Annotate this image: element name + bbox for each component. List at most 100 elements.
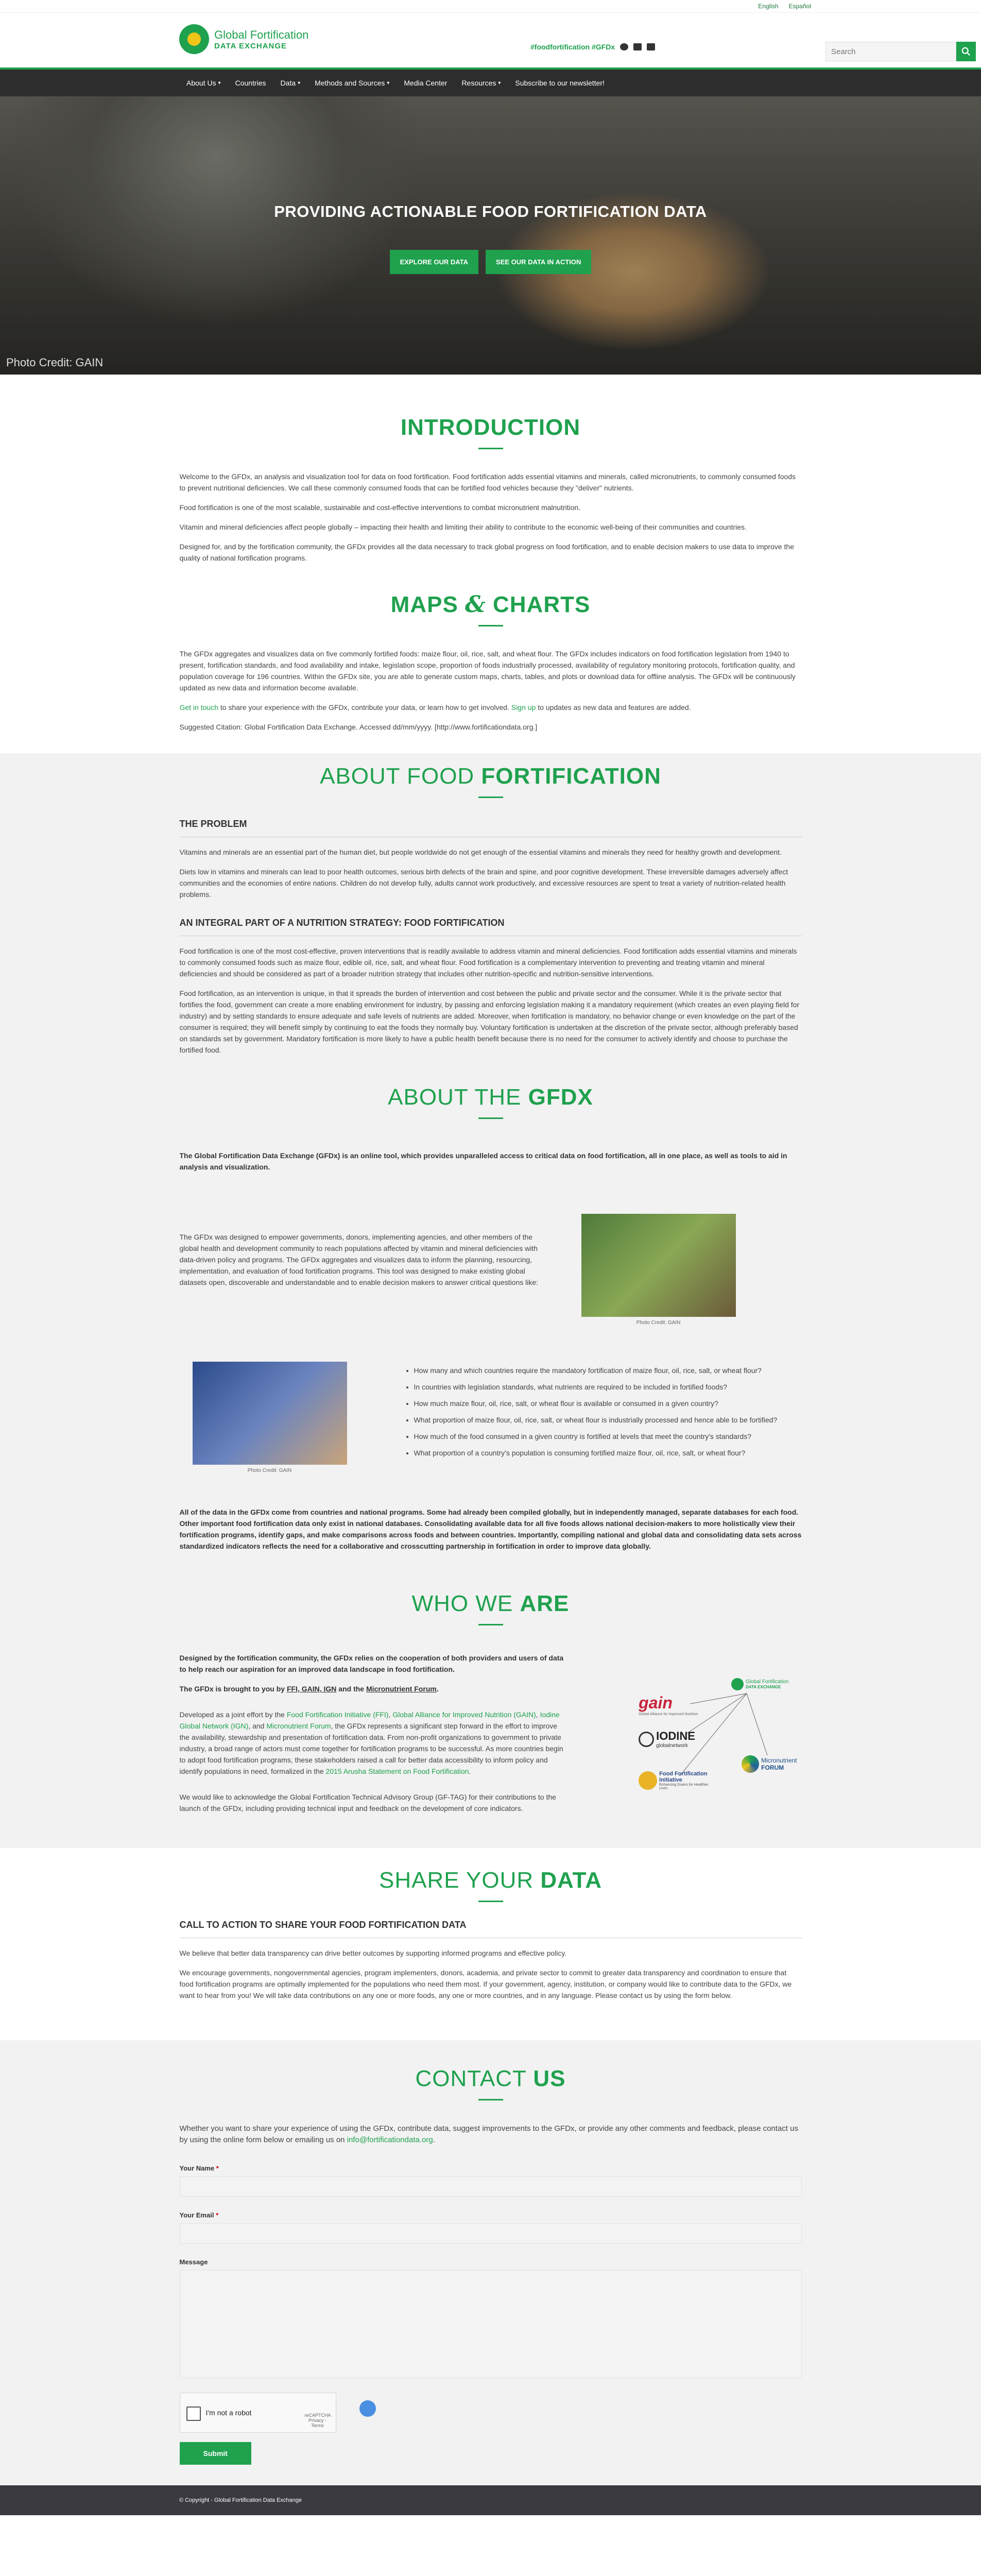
contact-section: CONTACT US Whether you want to share you… — [0, 2040, 981, 2485]
intro-paragraph: Welcome to the GFDx, an analysis and vis… — [179, 472, 796, 492]
sign-up-link[interactable]: Sign up — [511, 703, 536, 711]
about-gfdx-paragraph: The GFDx was designed to empower governm… — [179, 1233, 539, 1286]
ffi-logo-icon — [639, 1771, 658, 1790]
arusha-statement-link[interactable]: 2015 Arusha Statement on Food Fortificat… — [326, 1767, 469, 1775]
nav-newsletter[interactable]: Subscribe to our newsletter! — [509, 79, 611, 87]
share-paragraph: We encourage governments, nongovernmenta… — [179, 1969, 792, 1999]
ffi-partner-logo[interactable]: Food Fortification Initiative Enhancing G… — [639, 1771, 711, 1790]
title-underline — [478, 2099, 503, 2100]
nav-about-us[interactable]: About Us ▾ — [180, 79, 227, 87]
logo-subtitle: DATA EXCHANGE — [214, 41, 287, 50]
contact-title: CONTACT US — [415, 2066, 566, 2091]
ffi-link[interactable]: Food Fortification Initiative (FFI) — [287, 1710, 389, 1719]
search-button[interactable] — [956, 42, 976, 61]
site-logo[interactable]: Global Fortification DATA EXCHANGE — [179, 24, 308, 54]
citation: Suggested Citation: Global Fortification… — [179, 723, 538, 731]
problem-paragraph: Diets low in vitamins and minerals can l… — [179, 868, 788, 899]
nav-methods-sources[interactable]: Methods and Sources ▾ — [308, 79, 395, 87]
ign-partner-logo[interactable]: IODINE globalnetwork — [639, 1730, 695, 1749]
site-footer: © Copyright - Global Fortification Data … — [0, 2485, 981, 2515]
hero-banner: PROVIDING ACTIONABLE FOOD FORTIFICATION … — [0, 96, 981, 375]
recaptcha-brand: reCAPTCHA Privacy - Terms — [304, 2413, 331, 2428]
strategy-heading: AN INTEGRAL PART OF A NUTRITION STRATEGY… — [179, 918, 505, 928]
message-label: Message — [179, 2258, 208, 2266]
search-box — [825, 42, 976, 61]
facebook-icon[interactable] — [620, 43, 629, 50]
nav-resources[interactable]: Resources ▾ — [455, 79, 507, 87]
recaptcha: I'm not a robot reCAPTCHA Privacy - Terms — [179, 2393, 376, 2433]
search-icon — [961, 47, 970, 56]
intro-paragraph: Vitamin and mineral deficiencies affect … — [179, 523, 747, 531]
maps-charts-section: MAPS & CHARTS The GFDx aggregates and vi… — [0, 572, 981, 753]
language-bar: English Español — [0, 0, 981, 13]
introduction-section: INTRODUCTION Welcome to the GFDx, an ana… — [0, 375, 981, 564]
email-label: Your Email * — [179, 2211, 219, 2219]
email-field[interactable] — [179, 2223, 802, 2244]
recaptcha-checkbox[interactable] — [186, 2406, 201, 2421]
list-item: How many and which countries require the… — [414, 1365, 802, 1376]
about-gfdx-section: ABOUT THE GFDX The Global Fortification … — [0, 1069, 981, 1581]
acknowledgement: We would like to acknowledge the Global … — [179, 1793, 556, 1812]
title-underline — [478, 1624, 503, 1625]
logo-title: Global Fortification — [214, 28, 309, 41]
youtube-icon[interactable] — [647, 43, 656, 50]
title-underline — [478, 1117, 503, 1119]
mnf-logo-icon — [742, 1755, 760, 1773]
share-paragraph: We believe that better data transparency… — [179, 1949, 567, 1957]
field-worker-photo — [581, 1214, 736, 1317]
critical-questions-list: How many and which countries require the… — [404, 1365, 802, 1464]
lang-espanol-link[interactable]: Español — [789, 3, 811, 10]
logo-icon — [179, 24, 209, 54]
micronutrient-forum-logo[interactable]: Micronutrient FORUM — [742, 1755, 797, 1773]
copyright: © Copyright - Global Fortification Data … — [179, 2497, 302, 2503]
about-gfdx-lead: The Global Fortification Data Exchange (… — [179, 1151, 787, 1171]
name-field[interactable] — [179, 2176, 802, 2197]
list-item: What proportion of a country's populatio… — [414, 1447, 802, 1459]
search-input[interactable] — [825, 42, 956, 61]
gain-link[interactable]: Global Alliance for Improved Nutrition (… — [392, 1710, 536, 1719]
twitter-icon[interactable] — [633, 43, 642, 50]
maps-charts-title: MAPS & CHARTS — [390, 591, 591, 618]
ign-logo-icon — [639, 1731, 655, 1747]
about-gfdx-closing: All of the data in the GFDx come from co… — [179, 1508, 802, 1550]
chevron-down-icon: ▾ — [298, 80, 301, 86]
gfdx-logo-icon — [731, 1678, 744, 1690]
partners-links[interactable]: FFI, GAIN, IGN — [287, 1685, 336, 1693]
hashtags[interactable]: #foodfortification #GFDx — [530, 43, 615, 51]
lang-english-link[interactable]: English — [758, 3, 778, 10]
photo-credit: Photo Credit: GAIN — [636, 1320, 681, 1326]
children-photo — [192, 1362, 347, 1465]
name-label: Your Name * — [179, 2164, 219, 2172]
photo-credit: Photo Credit: GAIN — [247, 1468, 292, 1473]
title-underline — [478, 796, 503, 798]
micronutrient-forum-link[interactable]: Micronutrient Forum — [366, 1685, 437, 1693]
nav-countries[interactable]: Countries — [229, 79, 272, 87]
maps-paragraph: The GFDx aggregates and visualizes data … — [179, 650, 796, 692]
brought-by: The GFDx is brought to you by FFI, GAIN,… — [179, 1685, 439, 1693]
message-field[interactable] — [179, 2270, 802, 2378]
hero-photo-credit: Photo Credit: GAIN — [6, 356, 104, 369]
main-nav: About Us ▾ Countries Data ▾ Methods and So… — [0, 70, 981, 96]
title-underline — [478, 1901, 503, 1902]
partners-diagram: Global Fortification DATA EXCHANGE gain G… — [633, 1678, 801, 1807]
data-in-action-button[interactable]: SEE OUR DATA IN ACTION — [486, 250, 592, 274]
nav-media-center[interactable]: Media Center — [398, 79, 453, 87]
submit-button[interactable]: Submit — [179, 2442, 251, 2465]
contact-email-link[interactable]: info@fortificationdata.org — [347, 2136, 433, 2144]
site-header: Global Fortification DATA EXCHANGE #food… — [0, 13, 981, 70]
micronutrient-forum-link[interactable]: Micronutrient Forum — [266, 1722, 331, 1730]
contact-intro: Whether you want to share your experienc… — [179, 2124, 798, 2144]
gain-partner-logo[interactable]: gain Global Alliance for Improved Nutrit… — [639, 1693, 698, 1716]
list-item: What proportion of maize flour, oil, ric… — [414, 1414, 802, 1426]
recaptcha-icon — [359, 2400, 376, 2417]
developed-paragraph: Developed as a joint effort by the Food … — [179, 1710, 563, 1775]
explore-data-button[interactable]: EXPLORE OUR DATA — [389, 250, 479, 274]
share-data-section: SHARE YOUR DATA CALL TO ACTION TO SHARE … — [0, 1848, 981, 2040]
intro-paragraph: Designed for, and by the fortification c… — [179, 543, 795, 562]
nav-data[interactable]: Data ▾ — [274, 79, 307, 87]
get-in-touch-link[interactable]: Get in touch — [180, 703, 219, 711]
hero-title: PROVIDING ACTIONABLE FOOD FORTIFICATION … — [274, 202, 707, 221]
about-gfdx-title: ABOUT THE GFDX — [388, 1084, 593, 1110]
recaptcha-label: I'm not a robot — [205, 2409, 252, 2417]
list-item: How much maize flour, oil, rice, salt, o… — [414, 1398, 802, 1409]
